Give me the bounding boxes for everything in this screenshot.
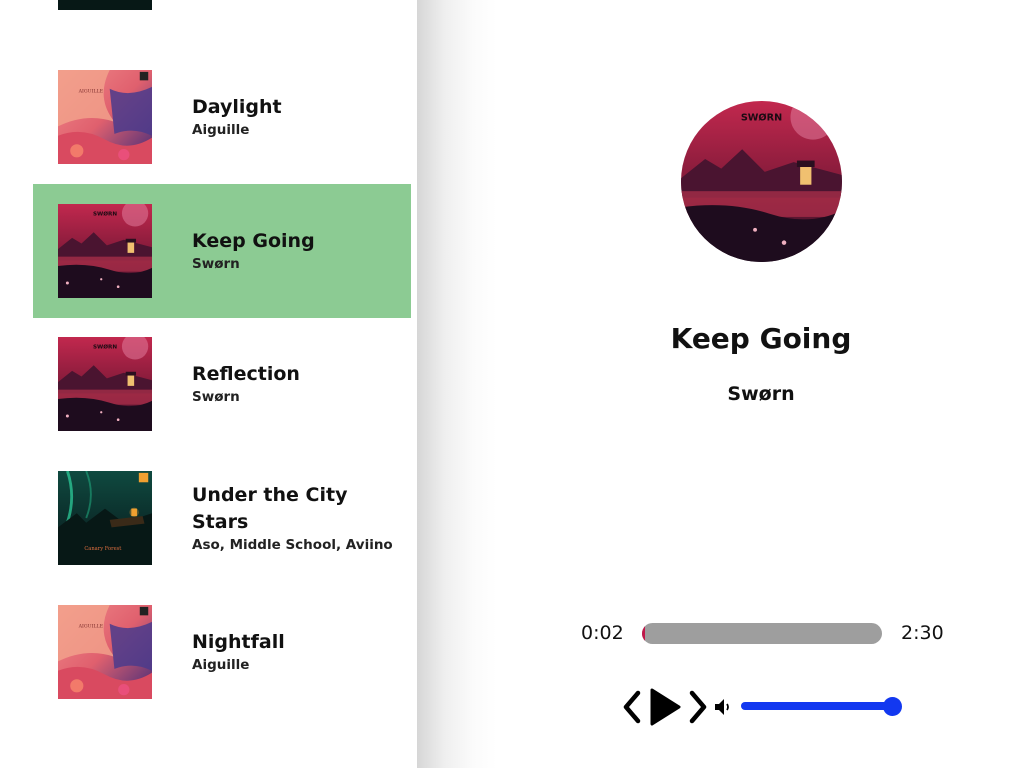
volume-button[interactable] xyxy=(714,698,736,716)
volume-icon xyxy=(715,699,729,715)
song-artist: Swørn xyxy=(192,256,240,272)
total-time: 2:30 xyxy=(901,622,944,644)
song-description: Reflection Swørn xyxy=(192,317,402,451)
song-name: Keep Going xyxy=(192,230,315,252)
svg-text:SWØRN: SWØRN xyxy=(93,343,117,350)
song-artist: Swørn xyxy=(192,389,240,405)
song-description: Under the City Stars Aso, Middle School, … xyxy=(192,451,402,585)
progress-fill xyxy=(642,623,646,644)
current-time: 0:02 xyxy=(581,622,624,644)
song-list-item[interactable]: AIGUILLE Daylight Aiguille xyxy=(33,50,411,184)
song-artist: Aiguille xyxy=(192,122,250,138)
progress-bar[interactable] xyxy=(642,623,882,644)
play-icon xyxy=(650,688,681,726)
svg-text:AIGUILLE: AIGUILLE xyxy=(78,624,104,630)
volume-slider-thumb[interactable] xyxy=(883,697,902,716)
song-list-item[interactable]: Canary Forest Under the City StarsAso, M… xyxy=(33,0,411,30)
now-playing-artist: Swørn xyxy=(727,383,795,405)
previous-button[interactable] xyxy=(622,690,642,724)
chevron-right-icon xyxy=(689,690,707,724)
song-library: Canary Forest Under the City Stars Aso, M… xyxy=(0,0,417,768)
song-name: Nightfall xyxy=(192,631,285,653)
song-name: Under the City Stars xyxy=(192,483,348,533)
song-list-item[interactable]: Canary Forest Under the City Stars Aso, M… xyxy=(33,451,411,585)
next-button[interactable] xyxy=(688,690,708,724)
song-cover: Canary Forest xyxy=(58,471,152,565)
volume-slider[interactable] xyxy=(741,702,893,710)
song-cover: SWØRN xyxy=(58,204,152,298)
player-panel: SWØRN Keep Going Swørn 0:02 2:30 xyxy=(417,0,1024,768)
song-description: Under the City StarsAso, Middle School, … xyxy=(192,0,402,30)
song-cover: AIGUILLE xyxy=(58,605,152,699)
song-cover: SWØRN xyxy=(58,337,152,431)
song-name: Daylight xyxy=(192,96,282,118)
song-description: Daylight Aiguille xyxy=(192,50,402,184)
now-playing-cover: SWØRN xyxy=(681,101,842,262)
song-name: Reflection xyxy=(192,363,300,385)
now-playing-title: Keep Going xyxy=(670,322,852,355)
song-list-item[interactable]: SWØRN Keep Going Swørn xyxy=(33,184,411,318)
song-description: Nightfall Aiguille xyxy=(192,585,402,719)
svg-text:Canary Forest: Canary Forest xyxy=(84,546,122,552)
song-artist: Aiguille xyxy=(192,657,250,673)
song-cover: Canary Forest xyxy=(58,0,152,10)
song-list-item[interactable]: SWØRN Reflection Swørn xyxy=(33,317,411,451)
play-button[interactable] xyxy=(648,687,682,727)
svg-text:SWØRN: SWØRN xyxy=(93,210,117,217)
chevron-left-icon xyxy=(623,690,641,724)
song-artist: Aso, Middle School, Aviino xyxy=(192,536,393,553)
song-list-item[interactable]: AIGUILLE Nightfall Aiguille xyxy=(33,585,411,719)
song-description: Keep Going Swørn xyxy=(192,184,402,318)
svg-text:SWØRN: SWØRN xyxy=(741,111,782,123)
svg-text:AIGUILLE: AIGUILLE xyxy=(78,89,104,95)
song-cover: AIGUILLE xyxy=(58,70,152,164)
